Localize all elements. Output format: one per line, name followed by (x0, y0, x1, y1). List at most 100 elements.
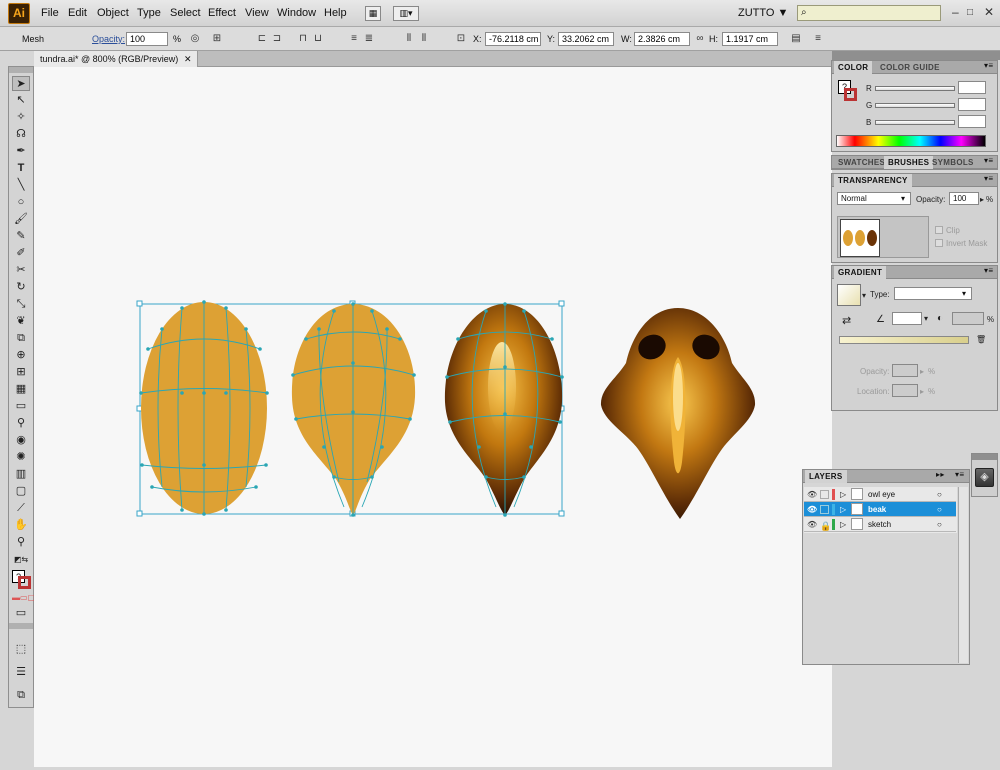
color-mode-icon[interactable]: ▬▭▢ (12, 590, 35, 605)
close-icon[interactable]: ✕ (984, 5, 994, 19)
blend-mode-dropdown[interactable]: Normal ▾ (837, 192, 911, 205)
column-graph-tool-icon[interactable]: ▥ (12, 467, 30, 482)
shape-builder-tool-icon[interactable]: ⊕ (12, 348, 30, 363)
b-slider[interactable] (875, 120, 955, 125)
target-circle-icon[interactable]: ○ (937, 487, 942, 502)
screen-mode-icon[interactable]: ▭ (12, 606, 30, 621)
r-value-field[interactable] (958, 81, 986, 94)
blend-tool-icon[interactable]: ◉ (12, 433, 30, 448)
opacity-arrow-icon[interactable]: ▸ (980, 195, 984, 204)
gradient-type-dropdown[interactable]: ▾ (894, 287, 972, 300)
layer-name[interactable]: sketch (868, 517, 891, 532)
rotate-tool-icon[interactable]: ↻ (12, 280, 30, 295)
layer-name[interactable]: owl eye (868, 487, 895, 502)
document-tab[interactable]: tundra.ai* @ 800% (RGB/Preview) ✕ (34, 51, 198, 67)
search-input[interactable]: ⌕ (797, 5, 941, 21)
bridge-icon[interactable]: ▦ (365, 6, 381, 21)
toolbox-grip[interactable] (9, 67, 33, 73)
expand-arrow-icon[interactable]: ▷ (840, 502, 846, 517)
lock-toggle[interactable] (820, 505, 829, 514)
reverse-gradient-icon[interactable]: ⇄ (842, 314, 851, 327)
tab-color[interactable]: COLOR (834, 61, 873, 74)
artboard-canvas[interactable] (34, 67, 832, 767)
mesh-ellipse-shape[interactable] (139, 300, 269, 516)
mesh-options-icon[interactable]: ⊞ (211, 33, 223, 45)
slice-tool-icon[interactable]: ⟋ (12, 501, 30, 516)
symbol-sprayer-tool-icon[interactable]: ✺ (12, 450, 30, 465)
scissors-tool-icon[interactable]: ✂ (12, 263, 30, 278)
align-panel-icon[interactable]: ☰ (12, 665, 30, 680)
menu-help[interactable]: Help (322, 7, 349, 19)
lock-icon[interactable]: 🔒 (820, 519, 831, 534)
menu-view[interactable]: View (243, 7, 271, 19)
eyedropper-tool-icon[interactable]: ⚲ (12, 416, 30, 431)
opacity-field[interactable]: 100 (949, 192, 979, 205)
angle-arrow-icon[interactable]: ▾ (924, 314, 928, 323)
align-middle-icon[interactable]: ⊔ (312, 33, 324, 45)
panel-menu-icon[interactable]: ▾≡ (984, 61, 993, 70)
recolor-icon[interactable]: ◎ (189, 33, 201, 45)
ellipse-tool-icon[interactable]: ○ (12, 195, 30, 210)
tab-swatches[interactable]: SWATCHES (834, 156, 889, 169)
workspace-switcher[interactable]: ZUTTO ▼ (738, 7, 788, 19)
r-slider[interactable] (875, 86, 955, 91)
layers-scrollbar[interactable] (958, 487, 968, 663)
menu-file[interactable]: File (39, 7, 61, 19)
menu-edit[interactable]: Edit (66, 7, 89, 19)
blob-brush-tool-icon[interactable]: ✐ (12, 246, 30, 261)
tab-brushes[interactable]: BRUSHES (884, 156, 934, 169)
perspective-grid-tool-icon[interactable]: ⊞ (12, 365, 30, 380)
tab-gradient[interactable]: GRADIENT (834, 266, 887, 279)
clip-checkbox[interactable] (935, 226, 943, 234)
default-colors-icon[interactable]: ◩⇆ (12, 552, 30, 567)
arrange-documents-icon[interactable]: ▥▾ (393, 6, 419, 21)
reference-point-icon[interactable]: ⊡ (455, 33, 467, 45)
menu-effect[interactable]: Effect (206, 7, 238, 19)
menu-type[interactable]: Type (135, 7, 163, 19)
lasso-tool-icon[interactable]: ☊ (12, 127, 30, 142)
menu-window[interactable]: Window (275, 7, 318, 19)
distribute-center-icon[interactable]: ⫴ (418, 33, 430, 45)
pencil-tool-icon[interactable]: ✎ (12, 229, 30, 244)
color-spectrum-bar[interactable] (836, 135, 986, 147)
artwork-thumbnail[interactable] (840, 219, 880, 257)
dock-grip[interactable] (972, 454, 997, 460)
layer-row-owl-eye[interactable]: 👁 ▷ owl eye ○ (804, 487, 956, 502)
maximize-icon[interactable]: □ (967, 7, 973, 18)
gradient-slider[interactable] (839, 336, 969, 344)
align-top-icon[interactable]: ⊓ (297, 33, 309, 45)
opacity-label[interactable]: Opacity: (92, 34, 125, 44)
b-value-field[interactable] (958, 115, 986, 128)
line-tool-icon[interactable]: ╲ (12, 178, 30, 193)
layers-stack-icon[interactable]: ◈ (975, 468, 994, 487)
angle-field[interactable] (892, 312, 922, 325)
minimize-icon[interactable]: – (952, 5, 959, 19)
finished-owl-beak[interactable] (600, 308, 756, 519)
scale-tool-icon[interactable]: ⤡ (12, 297, 30, 312)
lock-toggle[interactable] (820, 490, 829, 499)
stop-opacity-field[interactable] (892, 364, 918, 377)
panel-menu-icon[interactable]: ▾≡ (984, 174, 993, 183)
constrain-link-icon[interactable]: ∞ (694, 33, 706, 45)
location-field[interactable] (892, 384, 918, 397)
collapse-panel-icon[interactable]: ▸▸ (936, 470, 945, 479)
distribute-top-icon[interactable]: ≡ (348, 33, 360, 45)
layer-row-beak[interactable]: 👁 ▷ beak ○ (804, 502, 956, 517)
layer-row-sketch[interactable]: 👁 🔒 ▷ sketch ○ (804, 517, 956, 532)
invert-mask-checkbox[interactable] (935, 239, 943, 247)
gradient-swatch[interactable] (837, 284, 861, 306)
gradient-tool-icon[interactable]: ▭ (12, 399, 30, 414)
align-left-icon[interactable]: ⊏ (256, 33, 268, 45)
g-slider[interactable] (875, 103, 955, 108)
location-arrow-icon[interactable]: ▸ (920, 387, 924, 396)
x-field[interactable]: -76.2118 cm (485, 32, 541, 46)
direct-selection-tool-icon[interactable]: ↖ (12, 93, 30, 108)
distribute-middle-icon[interactable]: ≣ (363, 33, 375, 45)
warp-tool-icon[interactable]: ❦ (12, 314, 30, 329)
type-tool-icon[interactable]: T (12, 161, 30, 176)
aspect-ratio-field[interactable] (952, 312, 984, 325)
h-field[interactable]: 1.1917 cm (722, 32, 778, 46)
opacity-field[interactable]: 100 (126, 32, 168, 46)
menu-select[interactable]: Select (168, 7, 203, 19)
panel-menu-icon[interactable]: ≡ (812, 33, 824, 45)
